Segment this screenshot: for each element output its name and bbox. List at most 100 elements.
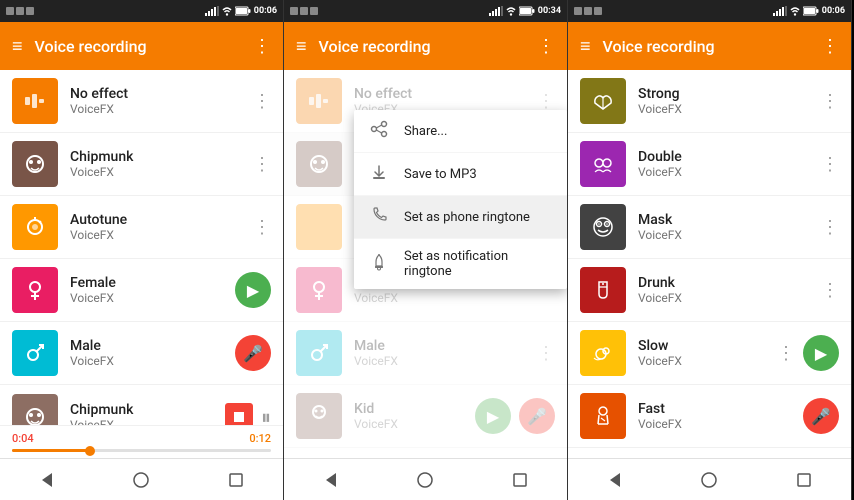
hamburger-menu-1[interactable]: ≡ [12, 36, 23, 57]
item-icon-noeffect [12, 78, 58, 124]
item-icon-chipmunk2 [12, 394, 58, 426]
play-button-slow[interactable]: ▶ [803, 335, 839, 371]
screen-3: 00:06 ≡ Voice recording ⋮ Strong [568, 0, 852, 500]
item-actions-recording: ⏸ [225, 403, 271, 426]
item-more-btn[interactable]: ⋮ [821, 217, 839, 238]
more-menu-3[interactable]: ⋮ [821, 36, 839, 57]
item-icon-autotune [12, 204, 58, 250]
item-text: Male VoiceFX [354, 338, 537, 368]
mic-button-fast[interactable]: 🎤 [803, 398, 839, 434]
back-button-3[interactable] [601, 466, 629, 494]
app-bar-1: ≡ Voice recording ⋮ [0, 22, 283, 70]
strong-icon [589, 87, 617, 115]
nav-bar-3 [568, 458, 851, 500]
item-icon-mask [580, 204, 626, 250]
more-menu-2[interactable]: ⋮ [537, 36, 555, 57]
battery-icon-2 [519, 6, 535, 16]
item-subtitle: VoiceFX [638, 354, 777, 368]
list-item-recording[interactable]: Chipmunk VoiceFX ⏸ [0, 385, 283, 425]
item-more-btn[interactable]: ⋮ [537, 343, 555, 364]
fast-icon [589, 402, 617, 430]
context-menu[interactable]: Share... Save to MP3 [354, 110, 567, 289]
noeffect-icon-2 [305, 87, 333, 115]
item-text-chipmunk2: Chipmunk VoiceFX [70, 402, 225, 426]
item-more-btn[interactable]: ⋮ [777, 343, 795, 364]
hamburger-menu-3[interactable]: ≡ [580, 36, 591, 57]
item-more-btn[interactable]: ⋮ [821, 154, 839, 175]
home-button-1[interactable] [127, 466, 155, 494]
list-item[interactable]: No effect VoiceFX ⋮ [0, 70, 283, 133]
item-title: Female [70, 275, 235, 291]
list-item[interactable]: Autotune VoiceFX ⋮ [0, 196, 283, 259]
item-title: Male [70, 338, 235, 354]
hamburger-menu-2[interactable]: ≡ [296, 36, 307, 57]
list-item[interactable]: Male VoiceFX 🎤 [0, 322, 283, 385]
item-more-btn[interactable]: ⋮ [821, 280, 839, 301]
item-subtitle: VoiceFX [70, 291, 235, 305]
item-icon-double [580, 141, 626, 187]
play-button-kid[interactable]: ▶ [475, 398, 511, 434]
recents-button-1[interactable] [222, 466, 250, 494]
status-time-1: 00:06 [254, 6, 277, 16]
item-text-noeffect: No effect VoiceFX [70, 86, 253, 116]
wifi-icon-2 [506, 6, 516, 16]
app-title-1: Voice recording [35, 37, 241, 56]
item-text-male: Male VoiceFX [70, 338, 235, 368]
list-item[interactable]: Drunk VoiceFX ⋮ [568, 259, 851, 322]
battery-icon-3 [803, 6, 819, 16]
list-item[interactable]: Male VoiceFX ⋮ [284, 322, 567, 385]
back-button-1[interactable] [33, 466, 61, 494]
mic-button[interactable]: 🎤 [235, 335, 271, 371]
context-menu-share[interactable]: Share... [354, 110, 567, 153]
item-text-strong: Strong VoiceFX [638, 86, 821, 116]
recents-button-2[interactable] [506, 466, 534, 494]
list-item[interactable]: Strong VoiceFX ⋮ [568, 70, 851, 133]
progress-bar [12, 449, 271, 452]
context-menu-ringtone[interactable]: Set as phone ringtone [354, 196, 567, 239]
mic-button-kid[interactable]: 🎤 [519, 398, 555, 434]
drunk-icon [589, 276, 617, 304]
item-icon-chipmunk [12, 141, 58, 187]
list-item[interactable]: Chipmunk VoiceFX ⋮ [0, 133, 283, 196]
item-more-btn[interactable]: ⋮ [253, 91, 271, 112]
item-title: Autotune [70, 212, 253, 228]
list-item[interactable]: Slow VoiceFX ⋮ ▶ [568, 322, 851, 385]
pause-button[interactable]: ⏸ [261, 405, 271, 426]
item-title: Mask [638, 212, 821, 228]
list-item[interactable]: Double VoiceFX ⋮ [568, 133, 851, 196]
item-title: No effect [70, 86, 253, 102]
list-item-kid[interactable]: Kid VoiceFX ▶ 🎤 [284, 385, 567, 448]
app-bar-2: ≡ Voice recording ⋮ [284, 22, 567, 70]
screen-1: 00:06 ≡ Voice recording ⋮ No e [0, 0, 284, 500]
item-icon-slow [580, 330, 626, 376]
signal-icon [205, 6, 219, 16]
item-more-btn[interactable]: ⋮ [253, 154, 271, 175]
stop-button[interactable] [225, 403, 253, 426]
list-item[interactable]: Mask VoiceFX ⋮ [568, 196, 851, 259]
context-menu-ringtone-label: Set as phone ringtone [404, 210, 530, 225]
recording-time-start: 0:04 [12, 432, 34, 445]
item-text-mask: Mask VoiceFX [638, 212, 821, 242]
item-subtitle: VoiceFX [70, 418, 225, 426]
item-more-btn[interactable]: ⋮ [537, 91, 555, 112]
play-button[interactable]: ▶ [235, 272, 271, 308]
mask-icon [589, 213, 617, 241]
home-button-2[interactable] [411, 466, 439, 494]
item-title: Male [354, 338, 537, 354]
status-bar-3: 00:06 [568, 0, 851, 22]
context-menu-notification[interactable]: Set as notification ringtone [354, 239, 567, 289]
item-title: No effect [354, 86, 537, 102]
item-more-btn[interactable]: ⋮ [821, 91, 839, 112]
home-button-3[interactable] [695, 466, 723, 494]
notification-icons-3 [574, 6, 606, 16]
recents-button-3[interactable] [790, 466, 818, 494]
item-more-btn[interactable]: ⋮ [253, 217, 271, 238]
list-item[interactable]: Fast VoiceFX 🎤 [568, 385, 851, 448]
wifi-icon-3 [790, 6, 800, 16]
notification-icons-2 [290, 6, 322, 16]
back-button-2[interactable] [317, 466, 345, 494]
context-menu-save[interactable]: Save to MP3 [354, 153, 567, 196]
chipmunk-icon [20, 150, 50, 178]
more-menu-1[interactable]: ⋮ [253, 36, 271, 57]
list-item[interactable]: Female VoiceFX ▶ [0, 259, 283, 322]
